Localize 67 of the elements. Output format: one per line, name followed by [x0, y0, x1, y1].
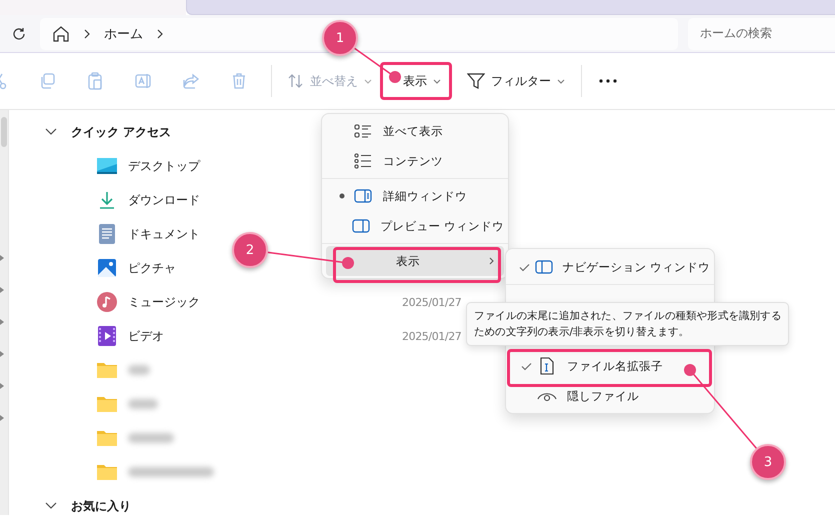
nav-item[interactable]: ミュージック — [128, 294, 200, 308]
menu-item[interactable]: 並べて表示 — [326, 116, 504, 146]
section-header[interactable]: お気に入り — [71, 498, 131, 514]
menu-item[interactable]: プレビュー ウィンドウ — [326, 211, 504, 241]
file-icon — [540, 357, 554, 375]
rename-icon — [133, 71, 153, 91]
picture-icon — [98, 259, 116, 277]
document-icon — [99, 224, 115, 244]
list-icon — [354, 153, 372, 169]
folder-icon — [97, 464, 117, 480]
view-button[interactable]: 表示 — [403, 64, 449, 98]
video-icon — [98, 326, 116, 346]
folder-icon — [97, 396, 117, 412]
expand-arrow-icon[interactable] — [0, 351, 4, 357]
filter-icon — [467, 73, 485, 89]
section-header[interactable]: クイック アクセス — [71, 124, 172, 140]
nav-item[interactable]: ピクチャ — [128, 260, 176, 274]
modified-date: 2025/01/27 — [402, 330, 462, 342]
nav-item[interactable]: ダウンロード — [128, 192, 200, 206]
expand-arrow-icon[interactable] — [0, 319, 4, 325]
expand-arrow-icon[interactable] — [0, 415, 4, 421]
chevron-icon — [489, 257, 494, 265]
search-field[interactable]: ホームの検索 — [688, 18, 835, 50]
caret-icon — [557, 78, 565, 84]
blurred-label — [128, 399, 158, 409]
expand-arrow-icon[interactable] — [0, 383, 4, 389]
share-icon — [181, 71, 201, 91]
desktop-icon — [97, 158, 117, 174]
expand-arrow-icon[interactable] — [0, 255, 4, 261]
step-badge: 3 — [750, 444, 786, 480]
refresh-button[interactable] — [12, 26, 26, 40]
pane-icon — [354, 188, 372, 204]
home-icon[interactable] — [52, 24, 70, 42]
chevron-icon[interactable] — [45, 128, 57, 136]
folder-icon — [97, 362, 117, 378]
download-icon — [98, 190, 116, 210]
more-icon — [599, 79, 617, 83]
breadcrumb[interactable]: ホーム — [104, 24, 143, 42]
caret-icon — [364, 78, 372, 84]
menu-item[interactable]: コンテンツ — [326, 146, 504, 176]
sort-icon — [288, 73, 304, 89]
folder-icon — [97, 430, 117, 446]
nav-item[interactable]: ビデオ — [128, 328, 164, 342]
highlight-frame — [380, 62, 452, 100]
expand-arrow-icon[interactable] — [0, 287, 4, 293]
list-icon — [354, 123, 372, 139]
scrollbar-thumb[interactable] — [1, 117, 7, 147]
chevron-icon[interactable] — [45, 502, 57, 510]
menu-item[interactable]: ファイル名拡張子 — [510, 351, 710, 381]
blurred-label — [128, 365, 150, 375]
nav-item[interactable]: ドキュメント — [128, 226, 200, 240]
menu-item[interactable]: ナビゲーション ウィンドウ — [510, 252, 710, 282]
filter-button[interactable]: フィルター — [459, 64, 573, 98]
blurred-label — [128, 433, 174, 443]
refresh-icon — [12, 26, 26, 40]
caret-icon — [433, 78, 441, 84]
nav-item[interactable]: デスクトップ — [128, 158, 200, 172]
menu-item[interactable]: 隠しファイル — [510, 381, 710, 411]
music-icon — [97, 292, 117, 312]
modified-date: 2025/01/27 — [402, 296, 462, 308]
tooltip-text: ファイルの末尾に追加された、ファイルの種類や形式を識別する ための文字列の表示/非表示を切り替えます。 — [474, 309, 782, 340]
chevron-icon[interactable] — [157, 28, 163, 38]
menu-item[interactable]: 詳細ウィンドウ — [326, 181, 504, 211]
pane-icon — [534, 259, 553, 275]
step-badge: 2 — [232, 232, 268, 268]
pane-icon — [352, 218, 370, 234]
chevron-icon[interactable] — [84, 28, 90, 38]
